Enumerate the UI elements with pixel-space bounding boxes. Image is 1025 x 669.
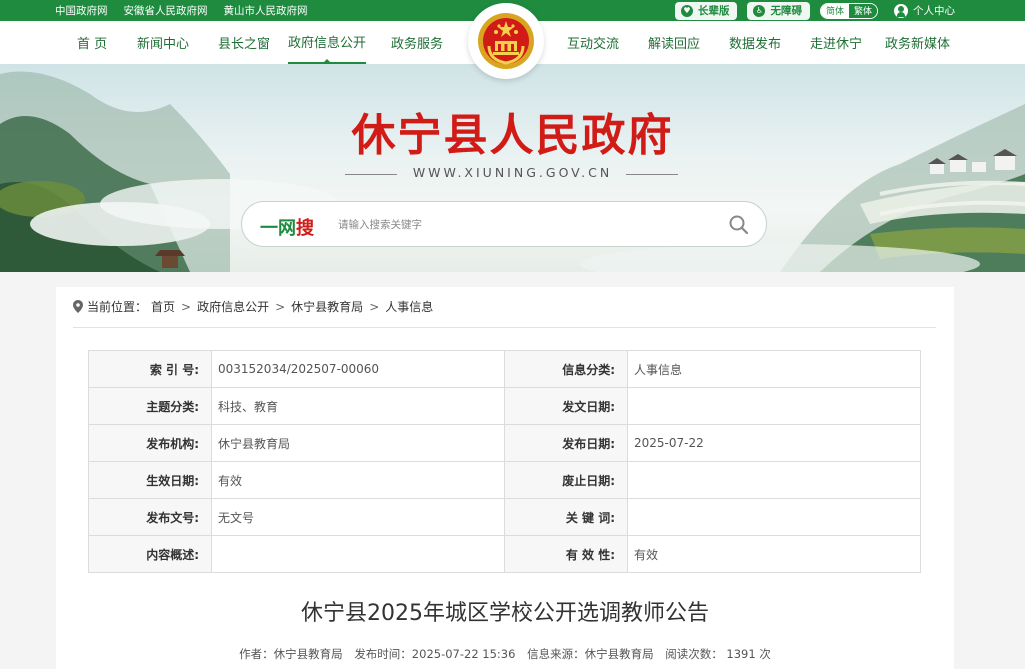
table-row: 主题分类: 科技、教育 发文日期: xyxy=(88,387,921,425)
elder-icon: ♥ xyxy=(680,4,693,17)
location-pin-icon xyxy=(73,300,83,313)
meta-key: 内容概述: xyxy=(88,535,212,573)
article-title: 休宁县2025年城区学校公开选调教师公告 xyxy=(301,601,709,626)
meta-key: 信息分类: xyxy=(504,350,628,388)
breadcrumb-prefix: 当前位置： xyxy=(87,300,148,314)
table-row: 内容概述: 有 效 性: 有效 xyxy=(88,535,921,573)
search-logo-red: 搜 xyxy=(296,218,314,239)
meta-value xyxy=(627,498,921,536)
meta-key: 发文日期: xyxy=(504,387,628,425)
user-icon xyxy=(894,3,908,18)
search-logo: 一网搜 xyxy=(260,214,314,240)
meta-value: 休宁县教育局 xyxy=(211,424,505,462)
meta-value: 有效 xyxy=(627,535,921,573)
meta-value: 人事信息 xyxy=(627,350,921,388)
breadcrumb-home[interactable]: 首页 xyxy=(151,298,175,315)
search-logo-green: 一网 xyxy=(260,218,296,239)
site-url: WWW.XIUNING.GOV.CN xyxy=(412,165,613,180)
search-box: 一网搜 xyxy=(241,201,767,247)
accessibility-label: 无障碍 xyxy=(770,5,802,17)
site-title: 休宁县人民政府 xyxy=(351,110,674,161)
nav-interaction[interactable]: 互动交流 xyxy=(567,21,619,64)
national-emblem-icon xyxy=(468,3,544,79)
breadcrumb-separator: > xyxy=(369,299,380,314)
breadcrumb-separator: > xyxy=(275,299,286,314)
meta-value: 2025-07-22 xyxy=(627,424,921,462)
search-button[interactable] xyxy=(728,214,750,236)
table-row: 生效日期: 有效 废止日期: xyxy=(88,461,921,499)
article-views: 阅读次数： 1391 次 xyxy=(665,647,771,661)
meta-value: 有效 xyxy=(211,461,505,499)
meta-value xyxy=(627,461,921,499)
meta-value: 科技、教育 xyxy=(211,387,505,425)
language-toggle[interactable]: 简体 繁体 xyxy=(819,2,878,19)
breadcrumb-personnel-info[interactable]: 人事信息 xyxy=(385,298,433,315)
accessibility-button[interactable]: ♿ 无障碍 xyxy=(747,1,810,20)
meta-key: 发布机构: xyxy=(88,424,212,462)
breadcrumb-separator: > xyxy=(181,299,192,314)
link-anhui-gov[interactable]: 安徽省人民政府网 xyxy=(124,3,208,18)
meta-key: 主题分类: xyxy=(88,387,212,425)
article-info: 作者：休宁县教育局 发布时间：2025-07-22 15:36 信息来源：休宁县… xyxy=(56,646,954,662)
nav-about[interactable]: 走进休宁 xyxy=(810,21,862,64)
nav-interpretation[interactable]: 解读回应 xyxy=(648,21,700,64)
elder-mode-button[interactable]: ♥ 长辈版 xyxy=(674,1,738,20)
hero-banner: 休宁县人民政府 WWW.XIUNING.GOV.CN 一网搜 xyxy=(0,64,1025,272)
search-input[interactable] xyxy=(338,216,718,234)
nav-home[interactable]: 首 页 xyxy=(77,21,107,64)
meta-key: 发布日期: xyxy=(504,424,628,462)
search-icon xyxy=(729,215,749,235)
content-panel: 当前位置： 首页 > 政府信息公开 > 休宁县教育局 > 人事信息 索 引 号:… xyxy=(56,287,954,669)
breadcrumb-divider xyxy=(73,327,936,328)
lang-simplified[interactable]: 简体 xyxy=(820,3,849,18)
table-row: 索 引 号: 003152034/202507-00060 信息分类: 人事信息 xyxy=(88,350,921,388)
article-author: 作者：休宁县教育局 xyxy=(239,647,343,661)
breadcrumb: 当前位置： 首页 > 政府信息公开 > 休宁县教育局 > 人事信息 xyxy=(73,298,433,315)
top-right-tools: ♥ 长辈版 ♿ 无障碍 简体 繁体 个人中心 xyxy=(674,0,955,21)
nav-magistrate[interactable]: 县长之窗 xyxy=(218,21,270,64)
user-center-label: 个人中心 xyxy=(913,5,955,17)
nav-gov-info[interactable]: 政府信息公开 xyxy=(288,21,367,64)
meta-key: 发布文号: xyxy=(88,498,212,536)
link-gov-cn[interactable]: 中国政府网 xyxy=(55,3,108,18)
meta-key: 有 效 性: xyxy=(504,535,628,573)
meta-key: 废止日期: xyxy=(504,461,628,499)
meta-value xyxy=(627,387,921,425)
meta-value: 无文号 xyxy=(211,498,505,536)
article-source: 信息来源：休宁县教育局 xyxy=(527,647,654,661)
meta-key: 关 键 词: xyxy=(504,498,628,536)
breadcrumb-gov-info[interactable]: 政府信息公开 xyxy=(197,298,269,315)
document-metadata-table: 索 引 号: 003152034/202507-00060 信息分类: 人事信息… xyxy=(88,350,921,573)
nav-news[interactable]: 新闻中心 xyxy=(137,21,189,64)
elder-mode-label: 长辈版 xyxy=(697,5,730,17)
meta-value: 003152034/202507-00060 xyxy=(211,350,505,388)
nav-new-media[interactable]: 政务新媒体 xyxy=(885,21,950,64)
table-row: 发布文号: 无文号 关 键 词: xyxy=(88,498,921,536)
meta-value xyxy=(211,535,505,573)
meta-key: 索 引 号: xyxy=(88,350,212,388)
article-publish-time: 发布时间：2025-07-22 15:36 xyxy=(354,647,516,661)
nav-services[interactable]: 政务服务 xyxy=(391,21,443,64)
top-links: 中国政府网 安徽省人民政府网 黄山市人民政府网 xyxy=(55,0,308,21)
wheelchair-icon: ♿ xyxy=(753,4,766,17)
breadcrumb-education-bureau[interactable]: 休宁县教育局 xyxy=(291,298,363,315)
table-row: 发布机构: 休宁县教育局 发布日期: 2025-07-22 xyxy=(88,424,921,462)
link-huangshan-gov[interactable]: 黄山市人民政府网 xyxy=(224,3,308,18)
user-center-link[interactable]: 个人中心 xyxy=(894,3,955,18)
lang-traditional[interactable]: 繁体 xyxy=(848,3,877,18)
nav-data[interactable]: 数据发布 xyxy=(729,21,781,64)
url-divider-right xyxy=(626,174,678,175)
meta-key: 生效日期: xyxy=(88,461,212,499)
